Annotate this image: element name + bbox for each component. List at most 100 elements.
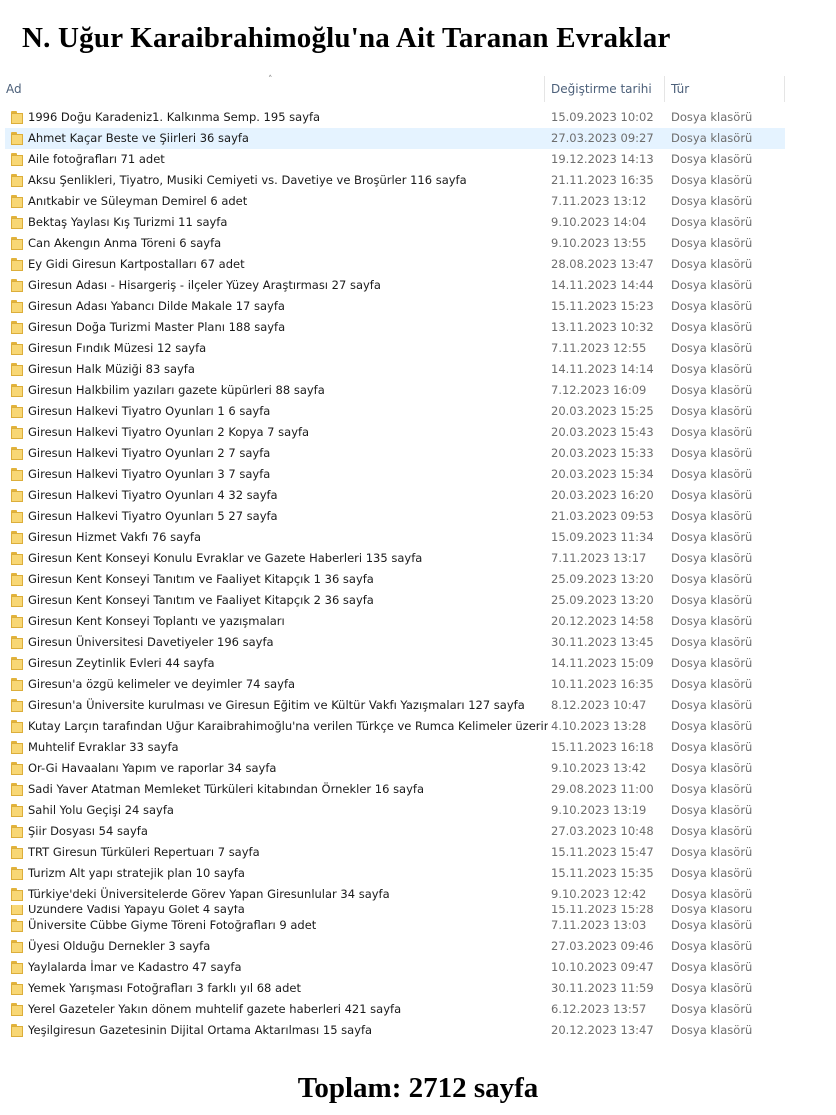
column-header-type[interactable]: Tür (665, 76, 785, 102)
folder-row[interactable]: Giresun'a özgü kelimeler ve deyimler 74 … (5, 674, 785, 695)
folder-name: Giresun Halkevi Tiyatro Oyunları 2 7 say… (28, 446, 271, 460)
folder-row[interactable]: Sadi Yaver Atatman Memleket Türküleri ki… (5, 779, 785, 800)
folder-row[interactable]: Giresun Kent Konseyi Tanıtım ve Faaliyet… (5, 569, 785, 590)
item-type: Dosya klasörü (671, 939, 753, 953)
item-type: Dosya klasörü (671, 761, 753, 775)
modified-date: 19.12.2023 14:13 (551, 152, 654, 166)
item-type: Dosya klasörü (671, 698, 753, 712)
folder-row[interactable]: Giresun Halkevi Tiyatro Oyunları 4 32 sa… (5, 485, 785, 506)
folder-row[interactable]: Turizm Alt yapı stratejik plan 10 sayfa 1… (5, 863, 785, 884)
modified-date: 15.11.2023 15:23 (551, 299, 654, 313)
folder-row[interactable]: Giresun Kent Konseyi Tanıtım ve Faaliyet… (5, 590, 785, 611)
column-header-name[interactable]: Ad (0, 76, 545, 102)
folder-icon (11, 153, 23, 166)
folder-icon (11, 961, 23, 974)
folder-row[interactable]: Giresun Adası Yabancı Dilde Makale 17 sa… (5, 296, 785, 317)
item-type: Dosya klasörü (671, 173, 753, 187)
folder-row[interactable]: Giresun Halk Müziği 83 sayfa 14.11.2023 1… (5, 359, 785, 380)
folder-icon (11, 919, 23, 932)
folder-row[interactable]: Giresun Halkbilim yazıları gazete küpürl… (5, 380, 785, 401)
modified-date: 6.12.2023 13:57 (551, 1002, 647, 1016)
folder-name: Anıtkabir ve Süleyman Demirel 6 adet (28, 194, 248, 208)
modified-date: 27.03.2023 09:46 (551, 939, 654, 953)
folder-row[interactable]: Yaylalarda İmar ve Kadastro 47 sayfa 10.1… (5, 957, 785, 978)
folder-row[interactable]: Bektaş Yaylası Kış Turizmi 11 sayfa 9.10.… (5, 212, 785, 233)
folder-row[interactable]: Kutay Larçın tarafından Uğur Karaibrahim… (5, 716, 785, 737)
item-type: Dosya klasörü (671, 362, 753, 376)
modified-date: 20.03.2023 15:34 (551, 467, 654, 481)
folder-row[interactable]: Giresun Hizmet Vakfı 76 sayfa 15.09.2023 … (5, 527, 785, 548)
modified-date: 27.03.2023 10:48 (551, 824, 654, 838)
modified-date: 9.10.2023 13:55 (551, 236, 647, 250)
folder-row[interactable]: Yerel Gazeteler Yakın dönem muhtelif gaz… (5, 999, 785, 1020)
item-type: Dosya klasörü (671, 194, 753, 208)
item-type: Dosya klasörü (671, 887, 753, 901)
folder-row[interactable]: Yemek Yarışması Fotoğrafları 3 farklı yı… (5, 978, 785, 999)
folder-row[interactable]: Yeşilgiresun Gazetesinin Dijital Ortama … (5, 1020, 785, 1041)
folder-row[interactable]: Giresun Halkevi Tiyatro Oyunları 2 Kopya… (5, 422, 785, 443)
folder-row[interactable]: Ey Gidi Giresun Kartpostalları 67 adet 28… (5, 254, 785, 275)
folder-name: Muhtelif Evraklar 33 sayfa (28, 740, 179, 754)
item-type: Dosya klasörü (671, 635, 753, 649)
folder-name: Giresun Halkevi Tiyatro Oyunları 1 6 say… (28, 404, 271, 418)
folder-icon (11, 321, 23, 334)
folder-row[interactable]: 1996 Doğu Karadeniz1. Kalkınma Semp. 195… (5, 107, 785, 128)
folder-row[interactable]: Giresun Halkevi Tiyatro Oyunları 5 27 sa… (5, 506, 785, 527)
modified-date: 7.11.2023 12:55 (551, 341, 647, 355)
folder-row[interactable]: Giresun Üniversitesi Davetiyeler 196 say… (5, 632, 785, 653)
modified-date: 20.03.2023 15:43 (551, 425, 654, 439)
folder-row[interactable]: TRT Giresun Türküleri Repertuarı 7 sayfa… (5, 842, 785, 863)
folder-icon (11, 636, 23, 649)
modified-date: 29.08.2023 11:00 (551, 782, 654, 796)
folder-name: Türkiye'deki Üniversitelerde Görev Yapan… (28, 887, 390, 901)
item-type: Dosya klasörü (671, 1002, 753, 1016)
folder-row[interactable]: Üzündere Vadisi Yapayu Gölet 4 sayfa 15.1… (5, 905, 785, 915)
folder-name: Giresun Kent Konseyi Konulu Evraklar ve … (28, 551, 423, 565)
folder-row[interactable]: Giresun Kent Konseyi Konulu Evraklar ve … (5, 548, 785, 569)
folder-name: Giresun Zeytinlik Evleri 44 sayfa (28, 656, 215, 670)
folder-name: Or-Gi Havaalanı Yapım ve raporlar 34 say… (28, 761, 277, 775)
folder-row[interactable]: Giresun Fındık Müzesi 12 sayfa 7.11.2023 … (5, 338, 785, 359)
folder-row[interactable]: Giresun'a Üniversite kurulması ve Giresu… (5, 695, 785, 716)
folder-icon (11, 573, 23, 586)
folder-icon (11, 279, 23, 292)
folder-row[interactable]: Or-Gi Havaalanı Yapım ve raporlar 34 say… (5, 758, 785, 779)
folder-row[interactable]: Giresun Zeytinlik Evleri 44 sayfa 14.11.2… (5, 653, 785, 674)
folder-row[interactable]: Can Akengın Anma Töreni 6 sayfa 9.10.2023… (5, 233, 785, 254)
modified-date: 15.11.2023 15:47 (551, 845, 654, 859)
folder-name: Giresun Adası Yabancı Dilde Makale 17 sa… (28, 299, 285, 313)
column-header-date[interactable]: Değiştirme tarihi (545, 76, 665, 102)
folder-name: 1996 Doğu Karadeniz1. Kalkınma Semp. 195… (28, 110, 321, 124)
page-title: N. Uğur Karaibrahimoğlu'na Ait Taranan E… (22, 22, 671, 54)
item-type: Dosya klasörü (671, 488, 753, 502)
folder-row[interactable]: Türkiye'deki Üniversitelerde Görev Yapan… (5, 884, 785, 905)
item-type: Dosya klasörü (671, 551, 753, 565)
folder-row[interactable]: Üniversite Cübbe Giyme Töreni Fotoğrafla… (5, 915, 785, 936)
folder-row[interactable]: Üyesi Olduğu Dernekler 3 sayfa 27.03.2023… (5, 936, 785, 957)
folder-row[interactable]: Giresun Halkevi Tiyatro Oyunları 3 7 say… (5, 464, 785, 485)
folder-row[interactable]: Sahil Yolu Geçişi 24 sayfa 9.10.2023 13:1… (5, 800, 785, 821)
modified-date: 21.03.2023 09:53 (551, 509, 654, 523)
folder-row[interactable]: Giresun Halkevi Tiyatro Oyunları 2 7 say… (5, 443, 785, 464)
folder-row[interactable]: Muhtelif Evraklar 33 sayfa 15.11.2023 16:… (5, 737, 785, 758)
folder-name: Kutay Larçın tarafından Uğur Karaibrahim… (28, 719, 548, 733)
folder-icon (11, 905, 23, 915)
modified-date: 20.03.2023 15:25 (551, 404, 654, 418)
folder-icon (11, 783, 23, 796)
folder-icon (11, 384, 23, 397)
folder-row[interactable]: Aile fotoğrafları 71 adet 19.12.2023 14:1… (5, 149, 785, 170)
folder-row[interactable]: Anıtkabir ve Süleyman Demirel 6 adet 7.11… (5, 191, 785, 212)
folder-row[interactable]: Giresun Kent Konseyi Toplantı ve yazışma… (5, 611, 785, 632)
folder-row[interactable]: Ahmet Kaçar Beste ve Şiirleri 36 sayfa 27… (5, 128, 785, 149)
folder-row[interactable]: Giresun Adası - Hisargeriş - ilçeler Yüz… (5, 275, 785, 296)
folder-icon (11, 982, 23, 995)
folder-row[interactable]: Şiir Dosyası 54 sayfa 27.03.2023 10:48 Dos… (5, 821, 785, 842)
folder-name: Giresun'a Üniversite kurulması ve Giresu… (28, 698, 525, 712)
folder-icon (11, 342, 23, 355)
item-type: Dosya klasörü (671, 467, 753, 481)
folder-row[interactable]: Giresun Halkevi Tiyatro Oyunları 1 6 say… (5, 401, 785, 422)
folder-row[interactable]: Giresun Doğa Turizmi Master Planı 188 sa… (5, 317, 785, 338)
folder-row[interactable]: Aksu Şenlikleri, Tiyatro, Musiki Cemiyet… (5, 170, 785, 191)
folder-name: Aksu Şenlikleri, Tiyatro, Musiki Cemiyet… (28, 173, 467, 187)
modified-date: 20.12.2023 13:47 (551, 1023, 654, 1037)
